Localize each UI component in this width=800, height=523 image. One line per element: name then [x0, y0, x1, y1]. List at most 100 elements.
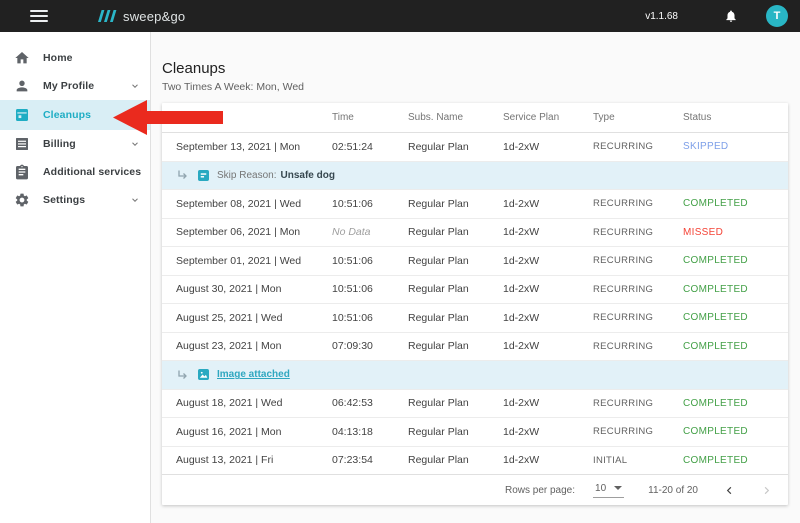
person-icon	[14, 78, 30, 94]
cell-time-no-data: No Data	[332, 226, 408, 238]
sidebar-item-label: Home	[43, 52, 73, 64]
column-header-subs-name: Subs. Name	[408, 112, 503, 123]
cell-time: 06:42:53	[332, 397, 408, 409]
cell-service-plan: 1d-2xW	[503, 397, 593, 409]
cell-type: RECURRING	[593, 141, 683, 152]
rows-per-page-value: 10	[595, 483, 606, 494]
elbow-arrow-icon	[176, 169, 188, 181]
image-icon	[198, 369, 209, 380]
page-subtitle: Two Times A Week: Mon, Wed	[162, 81, 788, 93]
gear-icon	[14, 192, 30, 208]
billing-icon	[14, 136, 30, 152]
cell-date: September 06, 2021 | Mon	[162, 226, 332, 238]
cell-type: RECURRING	[593, 198, 683, 209]
sidebar-item-cleanups[interactable]: Cleanups	[0, 100, 150, 130]
column-header-type: Type	[593, 112, 683, 123]
cell-subs-name: Regular Plan	[408, 312, 503, 324]
cell-date: August 16, 2021 | Mon	[162, 426, 332, 438]
table-row: September 01, 2021 | Wed 10:51:06 Regula…	[162, 247, 788, 276]
cell-date: August 18, 2021 | Wed	[162, 397, 332, 409]
notifications-bell-icon[interactable]	[724, 9, 738, 23]
status-badge: COMPLETED	[683, 312, 788, 323]
chevron-down-icon	[130, 139, 140, 149]
status-badge: COMPLETED	[683, 255, 788, 266]
sidebar-item-label: My Profile	[43, 80, 94, 92]
cell-type: RECURRING	[593, 227, 683, 238]
caret-down-icon	[614, 486, 622, 490]
comment-icon	[198, 170, 209, 181]
table-row: September 06, 2021 | Mon No Data Regular…	[162, 219, 788, 248]
status-badge: COMPLETED	[683, 455, 788, 466]
column-header-date: Date	[162, 112, 332, 123]
rows-per-page-label: Rows per page:	[505, 485, 575, 496]
cell-type: RECURRING	[593, 255, 683, 266]
cell-type: RECURRING	[593, 312, 683, 323]
cell-subs-name: Regular Plan	[408, 226, 503, 238]
table-row: August 16, 2021 | Mon 04:13:18 Regular P…	[162, 418, 788, 447]
column-header-service-plan: Service Plan	[503, 112, 593, 123]
app-logo[interactable]: sweep&go	[98, 9, 185, 24]
table-row: August 30, 2021 | Mon 10:51:06 Regular P…	[162, 276, 788, 305]
cell-time: 07:09:30	[332, 340, 408, 352]
calendar-icon	[14, 107, 30, 123]
status-badge: COMPLETED	[683, 284, 788, 295]
cell-date: September 08, 2021 | Wed	[162, 198, 332, 210]
sidebar-item-settings[interactable]: Settings	[0, 186, 150, 214]
sidebar-item-home[interactable]: Home	[0, 44, 150, 72]
image-attached-row: Image attached	[162, 361, 788, 390]
cell-time: 07:23:54	[332, 454, 408, 466]
cell-type: RECURRING	[593, 426, 683, 437]
status-badge: COMPLETED	[683, 198, 788, 209]
cell-date: September 01, 2021 | Wed	[162, 255, 332, 267]
logo-slashes-icon	[98, 10, 117, 22]
cell-time: 04:13:18	[332, 426, 408, 438]
clipboard-icon	[14, 164, 30, 180]
sidebar-item-billing[interactable]: Billing	[0, 130, 150, 158]
skip-reason-label: Skip Reason:	[217, 170, 276, 181]
logo-text: sweep&go	[123, 9, 185, 24]
table-row: August 18, 2021 | Wed 06:42:53 Regular P…	[162, 390, 788, 419]
user-avatar[interactable]: T	[766, 5, 788, 27]
home-icon	[14, 50, 30, 66]
rows-per-page-select[interactable]: 10	[593, 483, 624, 498]
cell-time: 10:51:06	[332, 312, 408, 324]
skip-reason-row: Skip Reason: Unsafe dog	[162, 162, 788, 191]
table-row: September 08, 2021 | Wed 10:51:06 Regula…	[162, 190, 788, 219]
previous-page-button[interactable]	[724, 485, 735, 496]
sidebar-item-label: Additional services	[43, 166, 141, 178]
sidebar-item-label: Billing	[43, 138, 76, 150]
status-badge: COMPLETED	[683, 398, 788, 409]
cell-date: August 13, 2021 | Fri	[162, 454, 332, 466]
sidebar-item-label: Cleanups	[43, 109, 91, 121]
cell-type: RECURRING	[593, 398, 683, 409]
cell-time: 10:51:06	[332, 255, 408, 267]
cell-date: August 30, 2021 | Mon	[162, 283, 332, 295]
main-content: Cleanups Two Times A Week: Mon, Wed Date…	[151, 32, 800, 523]
cell-service-plan: 1d-2xW	[503, 255, 593, 267]
cell-service-plan: 1d-2xW	[503, 283, 593, 295]
image-attached-link[interactable]: Image attached	[217, 369, 290, 380]
table-pagination: Rows per page: 10 11-20 of 20	[162, 475, 788, 505]
cell-service-plan: 1d-2xW	[503, 340, 593, 352]
status-badge: SKIPPED	[683, 141, 788, 152]
skip-reason-value: Unsafe dog	[280, 170, 334, 181]
cell-type: RECURRING	[593, 284, 683, 295]
elbow-arrow-icon	[176, 369, 188, 381]
sidebar-item-additional-services[interactable]: Additional services	[0, 158, 150, 186]
app-version: v1.1.68	[645, 11, 678, 22]
cell-service-plan: 1d-2xW	[503, 198, 593, 210]
pagination-range: 11-20 of 20	[648, 485, 698, 496]
cell-subs-name: Regular Plan	[408, 141, 503, 153]
cell-subs-name: Regular Plan	[408, 397, 503, 409]
sidebar: Home My Profile Cleanups	[0, 32, 151, 523]
cell-type: RECURRING	[593, 341, 683, 352]
cell-subs-name: Regular Plan	[408, 198, 503, 210]
sidebar-item-my-profile[interactable]: My Profile	[0, 72, 150, 100]
cell-time: 02:51:24	[332, 141, 408, 153]
hamburger-menu-icon[interactable]	[30, 10, 48, 22]
status-badge: COMPLETED	[683, 426, 788, 437]
cell-date: September 13, 2021 | Mon	[162, 141, 332, 153]
cell-time: 10:51:06	[332, 283, 408, 295]
column-header-status: Status	[683, 112, 788, 123]
column-header-time: Time	[332, 112, 408, 123]
